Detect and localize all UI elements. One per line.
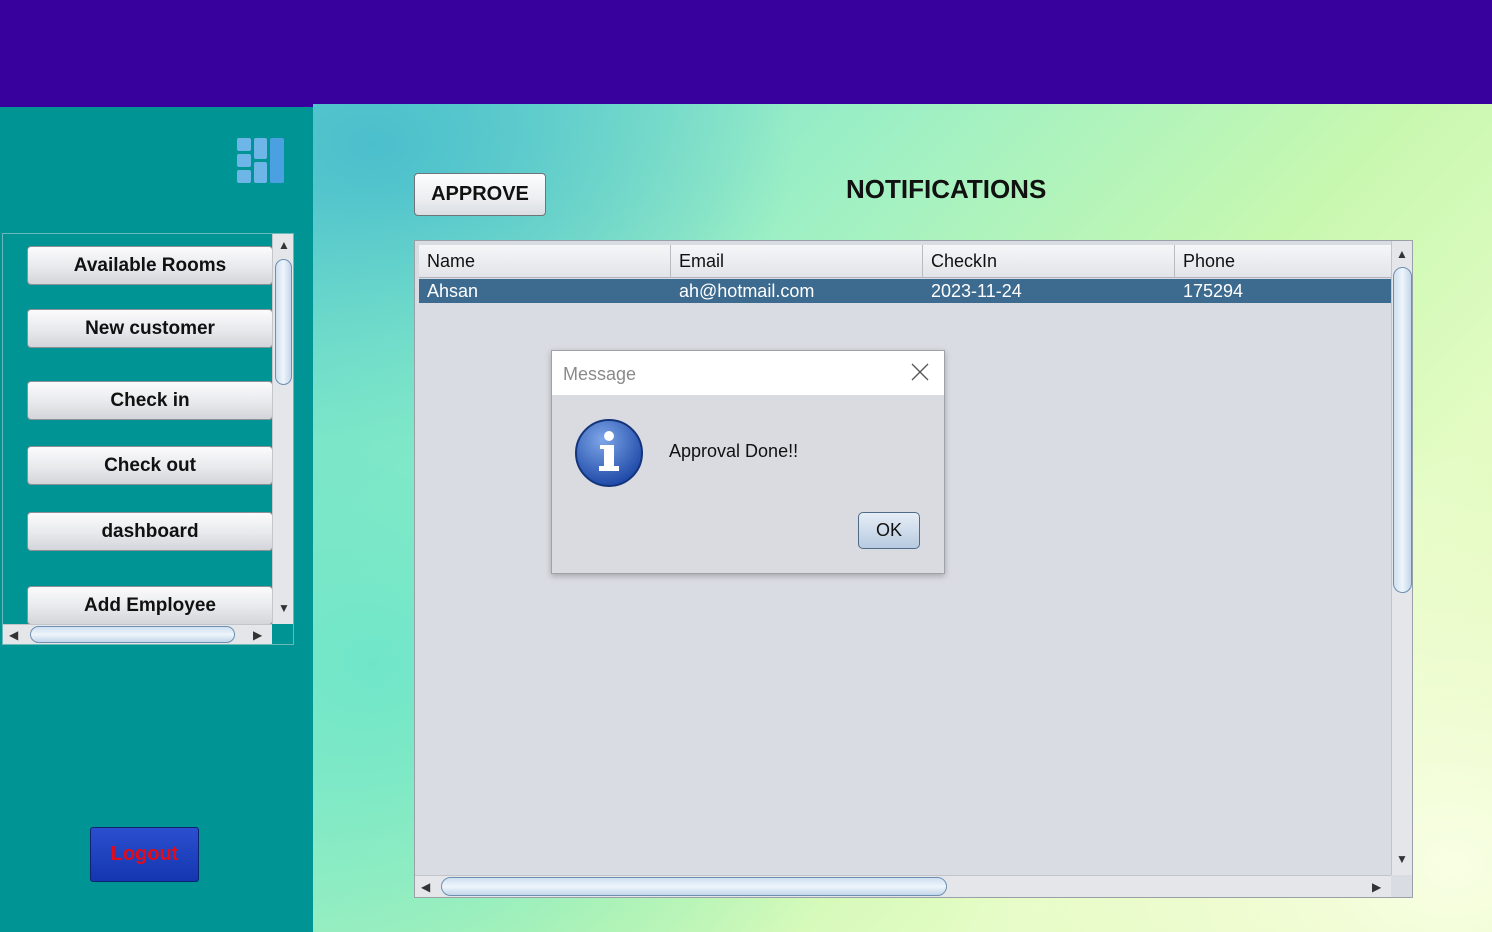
column-header-name[interactable]: Name — [419, 245, 671, 278]
available-rooms-button[interactable]: Available Rooms — [27, 246, 273, 285]
table-header: Name Email CheckIn Phone — [419, 245, 1391, 278]
close-icon[interactable] — [910, 362, 930, 382]
table-row[interactable]: Ahsan ah@hotmail.com 2023-11-24 175294 — [419, 279, 1391, 303]
table-horizontal-scroll-thumb[interactable] — [441, 877, 947, 896]
check-in-button[interactable]: Check in — [27, 381, 273, 420]
table-vertical-scroll-thumb[interactable] — [1393, 267, 1412, 593]
dialog-title: Message — [563, 364, 637, 384]
nav-vertical-scroll-thumb[interactable] — [275, 259, 292, 385]
table-horizontal-scrollbar[interactable]: ◀ ▶ — [415, 875, 1391, 897]
nav-horizontal-scroll-thumb[interactable] — [30, 626, 235, 643]
dashboard-button[interactable]: dashboard — [27, 512, 273, 551]
column-header-checkin[interactable]: CheckIn — [923, 245, 1175, 278]
approve-button[interactable]: APPROVE — [414, 173, 546, 216]
column-header-email[interactable]: Email — [671, 245, 923, 278]
logout-button[interactable]: Logout — [90, 827, 199, 882]
sidebar: Available Rooms New customer Check in Ch… — [0, 107, 313, 932]
ok-button[interactable]: OK — [858, 512, 920, 549]
message-dialog: Message Approval Done!! OK — [551, 350, 945, 574]
add-employee-button[interactable]: Add Employee — [27, 586, 273, 625]
top-banner — [0, 0, 1492, 107]
dialog-titlebar[interactable]: Message — [552, 351, 944, 395]
scroll-left-arrow-icon[interactable]: ◀ — [9, 629, 18, 641]
table-vertical-scrollbar[interactable]: ▲ ▼ — [1391, 241, 1412, 875]
scroll-up-arrow-icon[interactable]: ▲ — [278, 239, 290, 251]
nav-vertical-scrollbar[interactable]: ▲ ▼ — [272, 234, 293, 624]
cell-checkin: 2023-11-24 — [931, 280, 1022, 301]
scroll-left-arrow-icon[interactable]: ◀ — [421, 881, 430, 893]
dialog-message: Approval Done!! — [669, 441, 799, 461]
scroll-up-arrow-icon[interactable]: ▲ — [1396, 248, 1408, 260]
scroll-down-arrow-icon[interactable]: ▼ — [278, 602, 290, 614]
cell-name: Ahsan — [427, 280, 479, 301]
scroll-right-arrow-icon[interactable]: ▶ — [1372, 881, 1381, 893]
column-header-phone[interactable]: Phone — [1175, 245, 1391, 278]
nav-scroll-pane: Available Rooms New customer Check in Ch… — [2, 233, 294, 645]
scroll-down-arrow-icon[interactable]: ▼ — [1396, 853, 1408, 865]
nav-horizontal-scrollbar[interactable]: ◀ ▶ — [3, 624, 272, 644]
page-title: NOTIFICATIONS — [846, 174, 1047, 204]
grid-menu-icon[interactable] — [237, 137, 284, 184]
info-icon — [575, 419, 643, 487]
cell-phone: 175294 — [1183, 280, 1244, 301]
scroll-right-arrow-icon[interactable]: ▶ — [253, 629, 262, 641]
new-customer-button[interactable]: New customer — [27, 309, 273, 348]
cell-email: ah@hotmail.com — [679, 280, 815, 301]
check-out-button[interactable]: Check out — [27, 446, 273, 485]
